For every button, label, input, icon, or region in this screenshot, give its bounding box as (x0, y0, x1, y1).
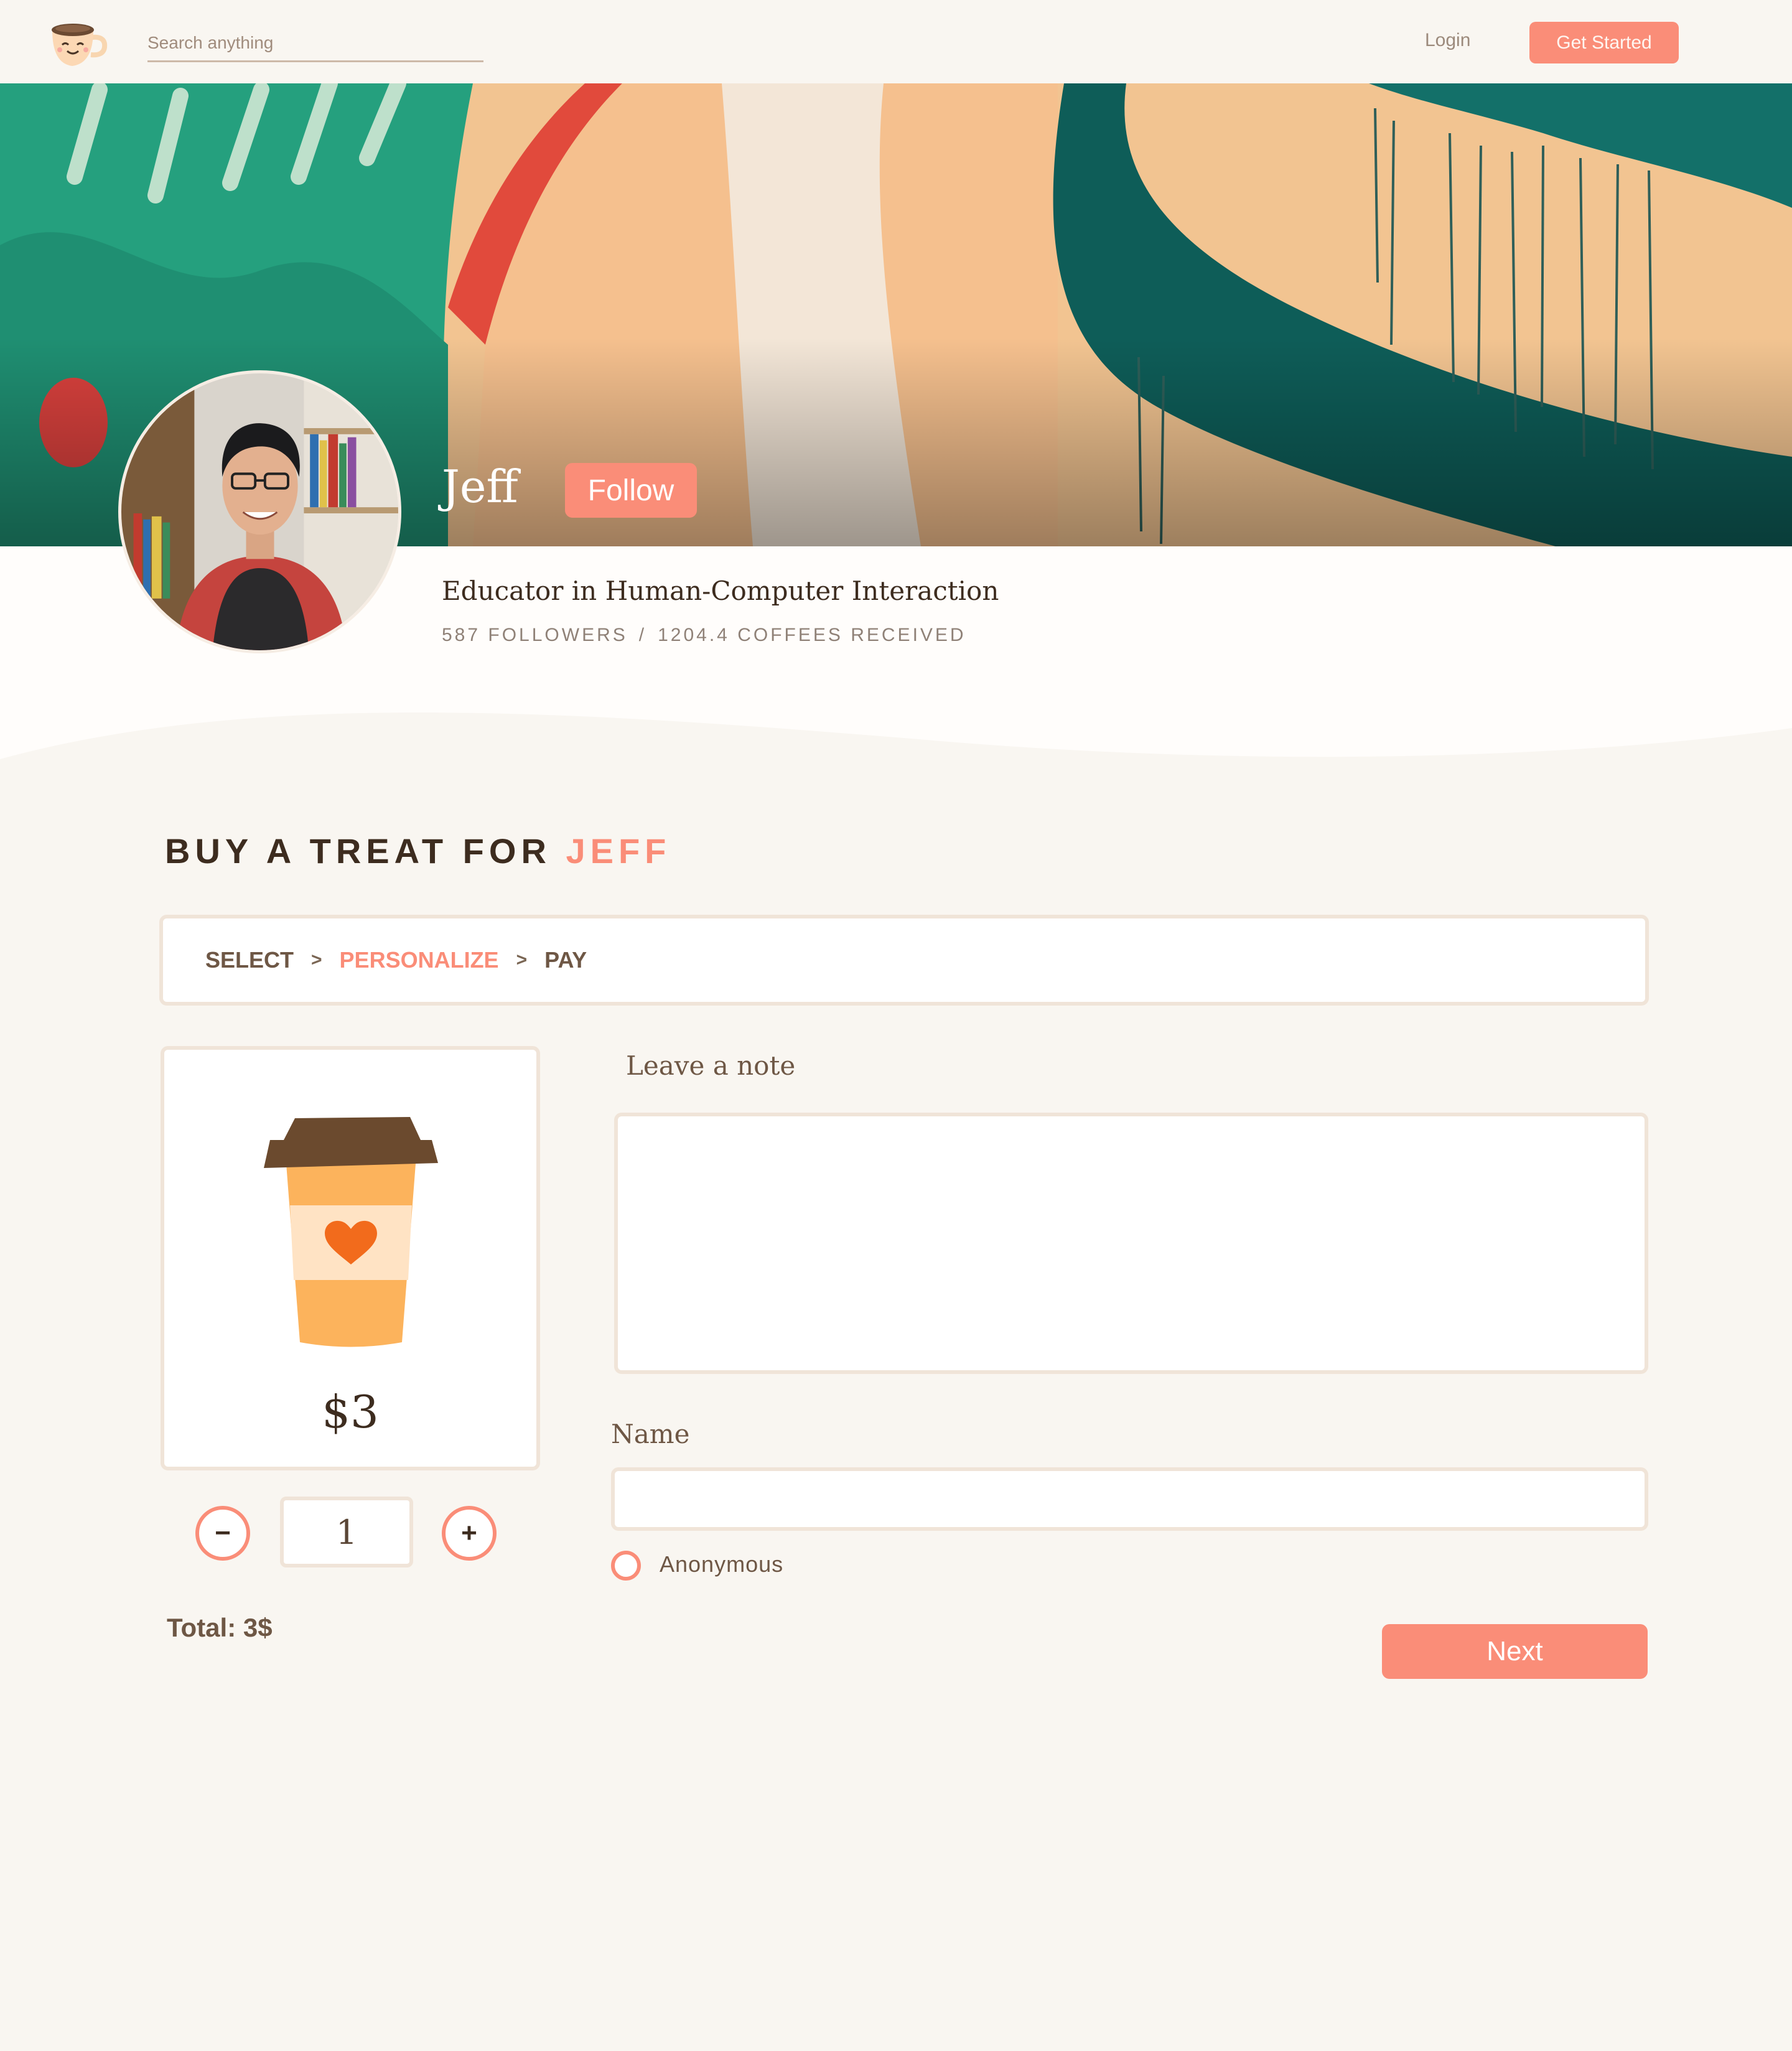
section-wave-divider (0, 712, 1792, 828)
profile-avatar (118, 370, 401, 653)
step-personalize[interactable]: PERSONALIZE (340, 947, 499, 973)
profile-name: Jeff (442, 460, 518, 513)
chevron-right-icon: > (311, 950, 322, 970)
buy-title-prefix: BUY A TREAT FOR (165, 831, 551, 871)
note-label: Leave a note (626, 1050, 796, 1081)
treat-price: $3 (322, 1386, 379, 1438)
order-total: Total: 3$ (167, 1613, 273, 1642)
step-select[interactable]: SELECT (205, 947, 294, 973)
stats-separator: / (638, 625, 647, 645)
anonymous-radio[interactable] (611, 1551, 641, 1581)
anonymous-label[interactable]: Anonymous (660, 1551, 783, 1577)
coffees-received-count: 1204.4 COFFEES RECEIVED (658, 625, 966, 645)
search-input[interactable] (147, 25, 483, 62)
buy-treat-heading: BUY A TREAT FOR JEFF (165, 831, 671, 871)
buy-title-name: JEFF (566, 831, 671, 871)
note-textarea[interactable] (614, 1113, 1648, 1374)
checkout-steps: SELECT > PERSONALIZE > PAY (159, 915, 1649, 1006)
increase-quantity-button[interactable]: + (442, 1506, 497, 1561)
chevron-right-icon: > (516, 950, 528, 970)
profile-bio: Educator in Human-Computer Interaction (442, 576, 999, 606)
step-pay[interactable]: PAY (544, 947, 587, 973)
followers-count: 587 FOLLOWERS (442, 625, 628, 645)
login-link[interactable]: Login (1425, 30, 1470, 51)
top-nav: Login Get Started (0, 0, 1792, 83)
treat-card[interactable]: $3 (161, 1046, 540, 1470)
coffee-cup-icon (264, 1117, 438, 1347)
decrease-quantity-button[interactable]: − (195, 1506, 250, 1561)
quantity-input[interactable]: 1 (280, 1497, 413, 1567)
coffee-cup-logo-icon[interactable] (49, 16, 111, 68)
name-label: Name (611, 1419, 690, 1449)
follow-button[interactable]: Follow (565, 463, 697, 518)
next-button[interactable]: Next (1382, 1624, 1648, 1679)
get-started-button[interactable]: Get Started (1529, 22, 1679, 63)
profile-stats: 587 FOLLOWERS / 1204.4 COFFEES RECEIVED (442, 625, 966, 646)
name-input[interactable] (611, 1467, 1648, 1531)
